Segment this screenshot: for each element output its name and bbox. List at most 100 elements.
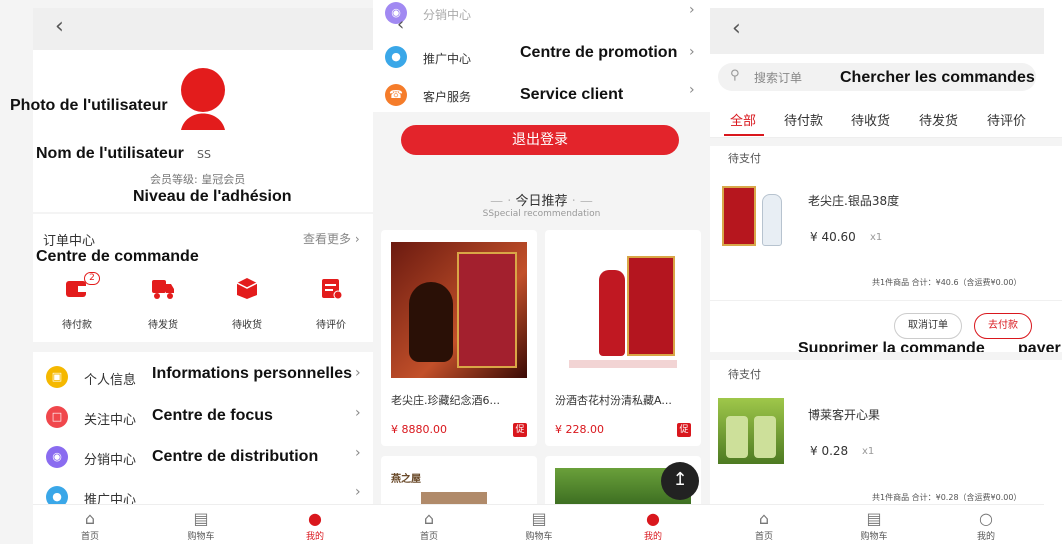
product-card[interactable]: 老尖庄.珍藏纪念酒6... ¥ 8880.00 促 bbox=[381, 230, 537, 446]
menu-item-label: 分销中心 bbox=[423, 8, 472, 22]
bottom-tab-bar: ⌂ 首页 ▤ 购物车 ○ 我的 bbox=[710, 504, 1044, 544]
box-icon bbox=[236, 278, 258, 299]
tab-home[interactable]: ⌂ 首页 bbox=[399, 509, 459, 542]
cart-icon: ▤ bbox=[866, 509, 882, 528]
order-pending-shipment-label: 待发货 bbox=[148, 320, 178, 331]
order-summary: 共1件商品 合计：¥40.6（含运费¥0.00） bbox=[872, 278, 1022, 287]
chevron-right-icon: › bbox=[355, 445, 361, 461]
tab-all[interactable]: 全部 bbox=[730, 110, 756, 129]
chevron-right-icon: › bbox=[689, 44, 695, 60]
user-icon: ● bbox=[646, 509, 660, 528]
menu-item-label: 客户服务 bbox=[423, 90, 472, 104]
divider bbox=[710, 300, 1062, 301]
back-arrow-icon[interactable]: ‹ bbox=[732, 16, 741, 41]
product-quantity: x1 bbox=[862, 446, 875, 457]
tab-label: 购物车 bbox=[187, 532, 215, 542]
annotation-customer-service: Service client bbox=[520, 86, 624, 103]
order-card[interactable]: 待支付 老尖庄.银品38度 ¥ 40.60 x1 共1件商品 合计：¥40.6（… bbox=[710, 146, 1062, 346]
username: SS bbox=[197, 148, 211, 161]
tab-home[interactable]: ⌂ 首页 bbox=[60, 509, 120, 542]
user-avatar-icon bbox=[181, 68, 225, 130]
recommend-title: — · 今日推荐 · — bbox=[373, 190, 710, 209]
orders-top-bar: ‹ bbox=[710, 8, 1044, 54]
active-tab-indicator bbox=[724, 134, 764, 136]
tab-label: 我的 bbox=[643, 532, 662, 542]
product-name: 老尖庄.银品38度 bbox=[808, 194, 900, 208]
menu-item-label: 个人信息 bbox=[84, 373, 137, 388]
order-badge: 2 bbox=[84, 272, 100, 285]
back-arrow-icon[interactable]: ‹ bbox=[397, 14, 404, 35]
profile-screen: ‹ Photo de l'utilisateur Nom de l'utilis… bbox=[0, 0, 373, 544]
user-icon: ○ bbox=[979, 509, 993, 528]
annotation-user-name: Nom de l'utilisateur bbox=[36, 145, 184, 162]
product-price: ¥ 228.00 bbox=[555, 423, 604, 436]
tab-pending-payment[interactable]: 待付款 bbox=[784, 110, 823, 129]
tab-label: 我的 bbox=[305, 532, 324, 542]
product-image bbox=[718, 398, 784, 464]
tab-label: 我的 bbox=[976, 532, 995, 542]
back-arrow-icon[interactable]: ‹ bbox=[55, 14, 64, 39]
home-icon: ⌂ bbox=[84, 509, 96, 528]
tab-pending-review[interactable]: 待评价 bbox=[987, 110, 1026, 129]
id-card-icon: ▣ bbox=[46, 366, 68, 388]
jar-shape bbox=[726, 416, 748, 458]
menu-item-label: 分销中心 bbox=[84, 453, 137, 468]
divider-right: · — bbox=[567, 194, 593, 209]
annotation-focus-center: Centre de focus bbox=[152, 407, 273, 424]
avatar[interactable] bbox=[178, 68, 228, 130]
search-input[interactable]: 搜索订单 bbox=[754, 69, 802, 86]
tab-cart[interactable]: ▤ 购物车 bbox=[844, 509, 904, 542]
view-more-link[interactable]: 查看更多 › bbox=[303, 230, 360, 247]
tab-pending-receipt[interactable]: 待收货 bbox=[851, 110, 890, 129]
tab-mine[interactable]: ○ 我的 bbox=[956, 509, 1016, 542]
tab-mine[interactable]: ● 我的 bbox=[623, 509, 683, 542]
separator bbox=[710, 138, 1062, 146]
tab-cart[interactable]: ▤ 购物车 bbox=[509, 509, 569, 542]
chevron-right-icon: › bbox=[355, 365, 361, 381]
tab-label: 首页 bbox=[419, 532, 438, 542]
pay-button[interactable]: 去付款 bbox=[974, 313, 1032, 339]
recommend-subtitle: SSpecial recommendation bbox=[482, 209, 601, 219]
product-brand: 燕之屋 bbox=[391, 474, 421, 485]
order-tabs: 全部 待付款 待收货 待发货 待评价 bbox=[710, 100, 1062, 138]
chevron-right-icon: › bbox=[689, 82, 695, 98]
order-pending-receipt[interactable]: 待收货 bbox=[222, 276, 272, 331]
bottle-shape bbox=[409, 282, 453, 362]
calendar-check-icon bbox=[322, 279, 343, 300]
cart-icon: ▤ bbox=[193, 509, 209, 528]
search-icon: ⚲ bbox=[730, 68, 740, 83]
chevron-right-icon: › bbox=[355, 484, 361, 500]
order-center-title: 订单中心 bbox=[43, 234, 96, 249]
truck-icon bbox=[152, 280, 174, 299]
phone-icon: ☎ bbox=[385, 84, 407, 106]
tab-cart[interactable]: ▤ 购物车 bbox=[171, 509, 231, 542]
separator bbox=[710, 352, 1062, 360]
tab-mine[interactable]: ● 我的 bbox=[285, 509, 345, 542]
product-price: ¥ 40.60 bbox=[810, 230, 856, 244]
tab-pending-shipment[interactable]: 待发货 bbox=[919, 110, 958, 129]
recommend-title-text: 今日推荐 bbox=[515, 194, 568, 209]
tab-label: 购物车 bbox=[525, 532, 553, 542]
product-card[interactable]: 汾酒杏花村汾清私藏A... ¥ 228.00 促 bbox=[545, 230, 701, 446]
back-to-top-button[interactable]: ↥ bbox=[661, 462, 699, 500]
promotion-screen: ◉ 分销中心 › ‹ ● 推广中心 › Centre de promotion … bbox=[373, 0, 710, 544]
menu-item-label: 推广中心 bbox=[423, 52, 472, 66]
product-image bbox=[391, 242, 527, 378]
arrow-up-icon: ↥ bbox=[672, 469, 688, 490]
annotation-search-orders: Chercher les commandes bbox=[840, 69, 1035, 86]
chevron-right-icon: › bbox=[689, 2, 695, 18]
order-pending-review-label: 待评价 bbox=[316, 320, 346, 331]
order-pending-review[interactable]: 待评价 bbox=[306, 276, 356, 331]
logout-button[interactable]: 退出登录 bbox=[401, 125, 679, 155]
annotation-promotion-center: Centre de promotion bbox=[520, 44, 678, 61]
tab-home[interactable]: ⌂ 首页 bbox=[734, 509, 794, 542]
order-pending-shipment[interactable]: 待发货 bbox=[138, 276, 188, 331]
annotation-member-level: Niveau de l'adhésion bbox=[133, 188, 292, 205]
order-summary: 共1件商品 合计：¥0.28（含运费¥0.00） bbox=[872, 493, 1022, 502]
menu-item-distribution-center[interactable]: ◉ 分销中心 › bbox=[373, 0, 710, 30]
chevron-right-icon: › bbox=[351, 232, 360, 246]
product-price: ¥ 0.28 bbox=[810, 444, 849, 458]
product-price: ¥ 8880.00 bbox=[391, 423, 447, 436]
order-card[interactable]: 待支付 博莱客开心果 ¥ 0.28 x1 共1件商品 合计：¥0.28（含运费¥… bbox=[710, 360, 1062, 510]
cancel-order-button[interactable]: 取消订单 bbox=[894, 313, 962, 339]
